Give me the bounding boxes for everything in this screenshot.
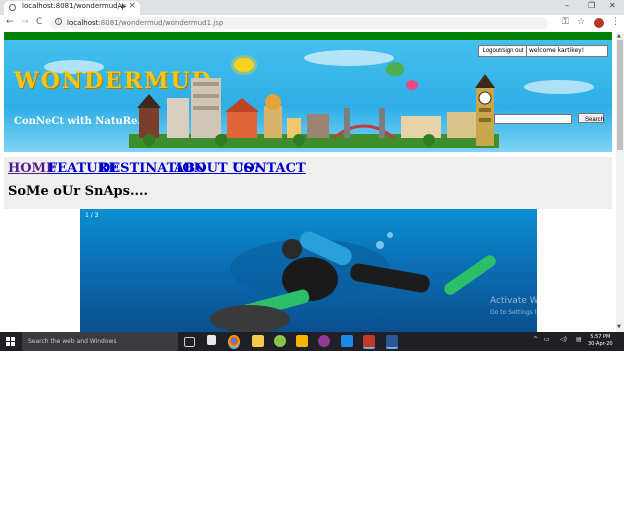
cloud-shape — [524, 80, 594, 94]
task-view-icon[interactable] — [184, 337, 195, 347]
url-text[interactable]: localhost:8081/wondermud/wondermud1.jsp — [67, 17, 223, 29]
activate-windows-subtitle: Go to Settings to activate Windows. — [490, 309, 598, 316]
back-icon[interactable]: ← — [6, 17, 14, 27]
app-icon[interactable] — [363, 335, 375, 349]
key-icon[interactable]: ⚿ — [562, 17, 569, 27]
scroll-up-icon[interactable]: ▲ — [617, 33, 621, 39]
volume-icon[interactable]: ◁) — [560, 336, 567, 343]
main-nav: HOME FEATURE DESTINATION ABOUT US? CONTA… — [4, 157, 612, 209]
activate-windows-title: Activate Windows — [490, 296, 570, 306]
logout-button[interactable]: Logout/sign out — [478, 45, 528, 57]
tab-strip: localhost:8081/wondermud/wor × + – ❐ ✕ — [0, 0, 624, 15]
page-viewport: WONDERMUD ConNeCt with NatuRe.. Logout/s… — [0, 32, 616, 332]
header-banner: WONDERMUD ConNeCt with NatuRe.. Logout/s… — [4, 40, 612, 152]
site-tagline: ConNeCt with NatuRe.. — [14, 116, 145, 127]
taskbar-clock[interactable]: 5:57 PM 30-Apr-20 — [588, 334, 613, 348]
welcome-field[interactable]: welcome kartikey! — [526, 45, 608, 57]
restore-icon[interactable]: ❐ — [588, 1, 595, 10]
taskbar-search-placeholder: Search the web and Windows — [28, 338, 117, 345]
avatar[interactable] — [594, 18, 604, 28]
clock-time: 5:57 PM — [590, 334, 611, 340]
tray-chevron-icon[interactable]: ^ — [533, 336, 538, 343]
url-path: :8081/wondermud/wondermud1.jsp — [98, 19, 224, 27]
tab-title: localhost:8081/wondermud/wor — [22, 2, 126, 10]
network-icon[interactable]: ▭ — [544, 336, 550, 343]
slideshow-image[interactable]: 1 / 3 — [80, 209, 537, 332]
scrollbar-thumb[interactable] — [617, 40, 623, 150]
word-icon[interactable] — [386, 335, 398, 349]
close-window-icon[interactable]: ✕ — [609, 1, 616, 10]
minimize-icon[interactable]: – — [565, 1, 569, 10]
globe-icon — [9, 4, 16, 11]
tab-close-icon[interactable]: × — [128, 1, 136, 11]
browser-toolbar: ← → C i localhost:8081/wondermud/wonderm… — [0, 15, 624, 33]
nav-contact-link[interactable]: CONTACT — [233, 161, 306, 176]
forward-icon[interactable]: → — [21, 17, 29, 27]
url-host: localhost — [67, 19, 99, 27]
new-tab-button[interactable]: + — [118, 0, 127, 13]
clock-tower-illustration — [475, 74, 495, 146]
paint-icon[interactable] — [274, 335, 286, 347]
header-green-bar — [4, 32, 612, 40]
start-button[interactable] — [6, 337, 15, 346]
cloud-shape — [304, 50, 394, 66]
chrome-icon[interactable] — [228, 335, 240, 349]
taskbar-search[interactable]: Search the web and Windows — [22, 332, 178, 351]
city-skyline-illustration — [129, 78, 499, 148]
gallery-heading: SoMe oUr SnAps.... — [8, 184, 149, 199]
store-icon[interactable] — [207, 335, 216, 345]
info-icon[interactable]: i — [55, 18, 62, 25]
folder-icon[interactable] — [252, 335, 264, 347]
notifications-icon[interactable]: ▤ — [576, 336, 582, 343]
windows-taskbar: Search the web and Windows ^ ▭ ◁) ▤ 5:57… — [0, 332, 624, 351]
vertical-scrollbar[interactable]: ▲ ▼ — [616, 32, 624, 332]
star-icon[interactable]: ☆ — [577, 17, 585, 27]
media-icon[interactable] — [318, 335, 330, 347]
reload-icon[interactable]: C — [36, 17, 42, 27]
vscode-icon[interactable] — [341, 335, 353, 347]
search-input[interactable] — [494, 114, 572, 124]
clock-date: 30-Apr-20 — [588, 341, 613, 347]
scuba-diver-photo — [210, 231, 496, 332]
search-button[interactable]: Search — [578, 113, 604, 123]
menu-icon[interactable]: ⋮ — [611, 17, 620, 27]
scroll-down-icon[interactable]: ▼ — [617, 324, 621, 330]
file-explorer-icon[interactable] — [296, 335, 308, 347]
address-bar[interactable]: i localhost:8081/wondermud/wondermud1.js… — [50, 17, 548, 29]
